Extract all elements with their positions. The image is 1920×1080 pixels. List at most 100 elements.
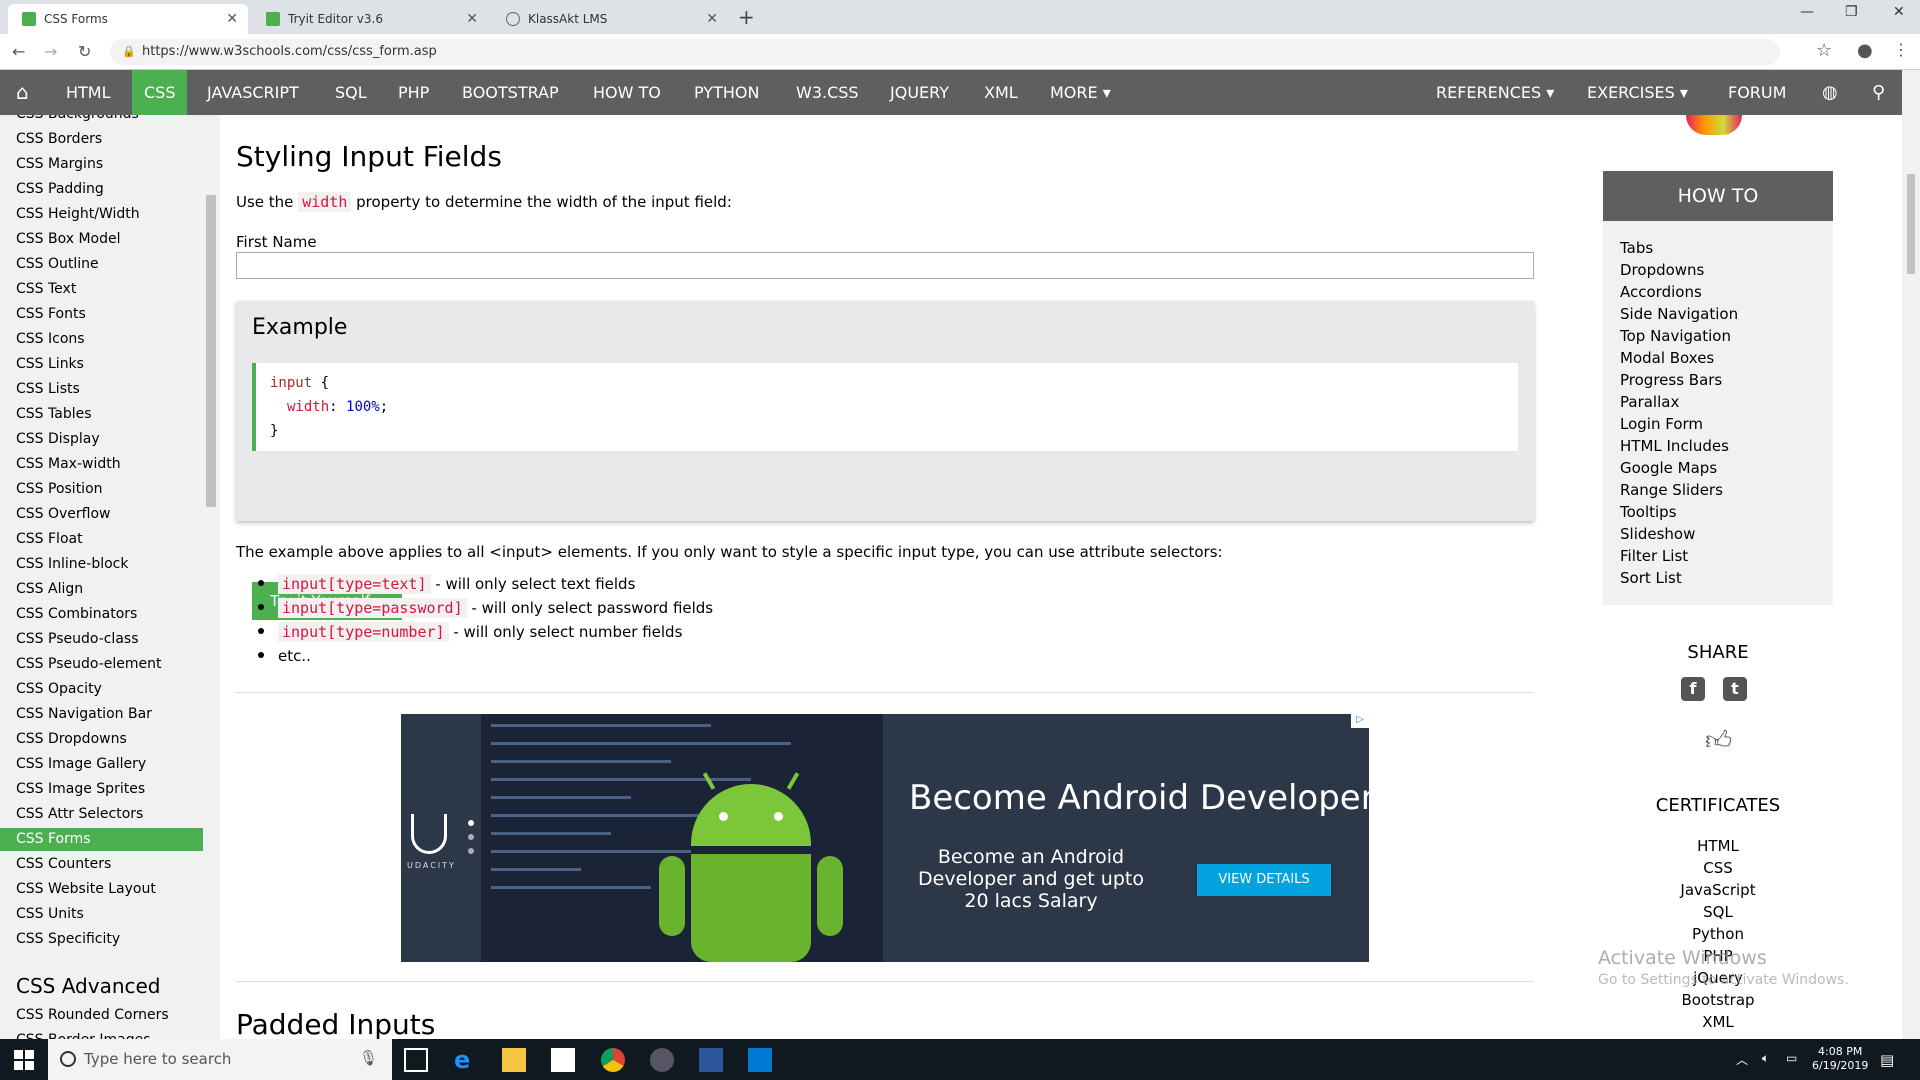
sidebar-item-css-borders[interactable]: CSS Borders bbox=[0, 128, 203, 151]
page-scrollbar[interactable] bbox=[1902, 70, 1920, 1039]
sidebar-item-css-outline[interactable]: CSS Outline bbox=[0, 253, 203, 276]
sidebar-item-css-pseudo-element[interactable]: CSS Pseudo-element bbox=[0, 653, 203, 676]
sidebar-item-css-position[interactable]: CSS Position bbox=[0, 478, 203, 501]
sidebar-item-css-counters[interactable]: CSS Counters bbox=[0, 853, 203, 876]
sidebar-item-css-text[interactable]: CSS Text bbox=[0, 278, 203, 301]
sidebar-item-css-opacity[interactable]: CSS Opacity bbox=[0, 678, 203, 701]
back-icon[interactable]: ← bbox=[12, 42, 25, 61]
howto-link-tooltips[interactable]: Tooltips bbox=[1620, 503, 1677, 521]
sidebar-item-css-specificity[interactable]: CSS Specificity bbox=[0, 928, 203, 951]
sidebar-item-css-align[interactable]: CSS Align bbox=[0, 578, 203, 601]
sidebar-item-css-inline-block[interactable]: CSS Inline-block bbox=[0, 553, 203, 576]
nav-w3css[interactable]: W3.CSS bbox=[784, 70, 871, 115]
nav-jquery[interactable]: JQUERY bbox=[878, 70, 961, 115]
cert-link-xml[interactable]: XML bbox=[1603, 1013, 1833, 1031]
nav-sql[interactable]: SQL bbox=[323, 70, 379, 115]
task-view-icon[interactable] bbox=[404, 1048, 428, 1072]
nav-how-to[interactable]: HOW TO bbox=[581, 70, 673, 115]
vscode-icon[interactable] bbox=[748, 1048, 772, 1072]
close-tab-icon[interactable]: ✕ bbox=[706, 11, 718, 27]
file-explorer-icon[interactable] bbox=[502, 1048, 526, 1072]
cert-link-javascript[interactable]: JavaScript bbox=[1603, 881, 1833, 899]
sidebar-item-css-units[interactable]: CSS Units bbox=[0, 903, 203, 926]
windows-start-icon[interactable] bbox=[14, 1050, 34, 1070]
nav-forum[interactable]: FORUM bbox=[1716, 70, 1798, 115]
minimize-icon[interactable]: — bbox=[1800, 4, 1814, 20]
howto-link-accordions[interactable]: Accordions bbox=[1620, 283, 1702, 301]
forward-icon[interactable]: → bbox=[44, 42, 57, 61]
sidebar-item-css-box-model[interactable]: CSS Box Model bbox=[0, 228, 203, 251]
sidebar-item-css-icons[interactable]: CSS Icons bbox=[0, 328, 203, 351]
home-icon[interactable]: ⌂ bbox=[4, 70, 41, 115]
sidebar-item-css-overflow[interactable]: CSS Overflow bbox=[0, 503, 203, 526]
sidebar-item-css-pseudo-class[interactable]: CSS Pseudo-class bbox=[0, 628, 203, 651]
edge-browser-icon[interactable]: e bbox=[454, 1048, 478, 1072]
sidebar-item-css-combinators[interactable]: CSS Combinators bbox=[0, 603, 203, 626]
document-icon[interactable] bbox=[699, 1048, 723, 1072]
howto-link-modal-boxes[interactable]: Modal Boxes bbox=[1620, 349, 1714, 367]
reload-icon[interactable]: ↻ bbox=[78, 42, 91, 61]
nav-javascript[interactable]: JAVASCRIPT bbox=[195, 70, 311, 115]
howto-link-sort-list[interactable]: Sort List bbox=[1620, 569, 1682, 587]
new-tab-icon[interactable]: + bbox=[738, 5, 755, 29]
nav-css[interactable]: CSS bbox=[132, 70, 188, 115]
howto-link-top-navigation[interactable]: Top Navigation bbox=[1620, 327, 1731, 345]
first-name-input[interactable] bbox=[236, 252, 1534, 279]
profile-icon[interactable]: ● bbox=[1857, 40, 1873, 61]
clock[interactable]: 4:08 PM 6/19/2019 bbox=[1812, 1045, 1868, 1073]
tray-chevron-icon[interactable]: ︿ bbox=[1736, 1051, 1748, 1068]
howto-link-google-maps[interactable]: Google Maps bbox=[1620, 459, 1717, 477]
howto-link-login-form[interactable]: Login Form bbox=[1620, 415, 1703, 433]
nav-more[interactable]: MORE ▾ bbox=[1038, 70, 1123, 115]
howto-link-filter-list[interactable]: Filter List bbox=[1620, 547, 1688, 565]
sidebar-item-css-padding[interactable]: CSS Padding bbox=[0, 178, 203, 201]
nav-php[interactable]: PHP bbox=[386, 70, 441, 115]
howto-link-range-sliders[interactable]: Range Sliders bbox=[1620, 481, 1723, 499]
sidebar-item-css-border-images[interactable]: CSS Border Images bbox=[0, 1029, 203, 1039]
network-icon[interactable]: ▭ bbox=[1786, 1051, 1797, 1065]
bookmark-star-icon[interactable]: ☆ bbox=[1816, 40, 1832, 61]
sidebar-item-css-links[interactable]: CSS Links bbox=[0, 353, 203, 376]
cert-link-bootstrap[interactable]: Bootstrap bbox=[1603, 991, 1833, 1009]
sidebar-item-css-height-width[interactable]: CSS Height/Width bbox=[0, 203, 203, 226]
menu-dots-icon[interactable]: ⋮ bbox=[1893, 40, 1909, 59]
howto-link-dropdowns[interactable]: Dropdowns bbox=[1620, 261, 1704, 279]
sidebar-item-css-lists[interactable]: CSS Lists bbox=[0, 378, 203, 401]
notifications-icon[interactable]: ▤ bbox=[1880, 1051, 1894, 1069]
nav-xml[interactable]: XML bbox=[972, 70, 1030, 115]
twitter-icon[interactable]: t bbox=[1723, 677, 1747, 701]
store-icon[interactable] bbox=[551, 1048, 575, 1072]
nav-references[interactable]: REFERENCES ▾ bbox=[1424, 70, 1566, 115]
howto-link-parallax[interactable]: Parallax bbox=[1620, 393, 1679, 411]
tab-tryit-editor[interactable]: Tryit Editor v3.6 ✕ bbox=[252, 4, 488, 34]
cert-link-css[interactable]: CSS bbox=[1603, 859, 1833, 877]
thumbs-up-icon[interactable]: 👍︎ bbox=[1705, 725, 1732, 756]
cert-link-python[interactable]: Python bbox=[1603, 925, 1833, 943]
nav-exercises[interactable]: EXERCISES ▾ bbox=[1575, 70, 1700, 115]
sidebar-item-css-margins[interactable]: CSS Margins bbox=[0, 153, 203, 176]
view-details-button[interactable]: VIEW DETAILS bbox=[1197, 864, 1331, 896]
globe-icon[interactable]: ◍ bbox=[1810, 70, 1850, 115]
nav-bootstrap[interactable]: BOOTSTRAP bbox=[450, 70, 571, 115]
sidebar-item-css-attr-selectors[interactable]: CSS Attr Selectors bbox=[0, 803, 203, 826]
search-icon[interactable]: ⚲ bbox=[1860, 70, 1897, 115]
howto-link-progress-bars[interactable]: Progress Bars bbox=[1620, 371, 1722, 389]
cert-link-html[interactable]: HTML bbox=[1603, 837, 1833, 855]
restore-icon[interactable]: ❐ bbox=[1845, 4, 1858, 20]
nav-python[interactable]: PYTHON bbox=[682, 70, 771, 115]
facebook-icon[interactable]: f bbox=[1681, 677, 1705, 701]
volume-icon[interactable]: 🔈︎ bbox=[1762, 1051, 1769, 1066]
cert-link-sql[interactable]: SQL bbox=[1603, 903, 1833, 921]
sidebar-item-css-fonts[interactable]: CSS Fonts bbox=[0, 303, 203, 326]
sidebar-item-css-float[interactable]: CSS Float bbox=[0, 528, 203, 551]
sidebar-item-css-navigation-bar[interactable]: CSS Navigation Bar bbox=[0, 703, 203, 726]
sidebar-item-css-forms[interactable]: CSS Forms bbox=[0, 828, 203, 851]
sidebar-scrollbar-thumb[interactable] bbox=[206, 195, 216, 507]
close-tab-icon[interactable]: ✕ bbox=[466, 11, 478, 27]
sidebar-item-css-rounded-corners[interactable]: CSS Rounded Corners bbox=[0, 1004, 203, 1027]
adchoices-icon[interactable]: ▷ bbox=[1351, 714, 1369, 728]
howto-link-side-navigation[interactable]: Side Navigation bbox=[1620, 305, 1738, 323]
sidebar-item-css-display[interactable]: CSS Display bbox=[0, 428, 203, 451]
taskbar-search-input[interactable]: Type here to search 🎙︎ bbox=[48, 1039, 392, 1080]
howto-link-html-includes[interactable]: HTML Includes bbox=[1620, 437, 1729, 455]
